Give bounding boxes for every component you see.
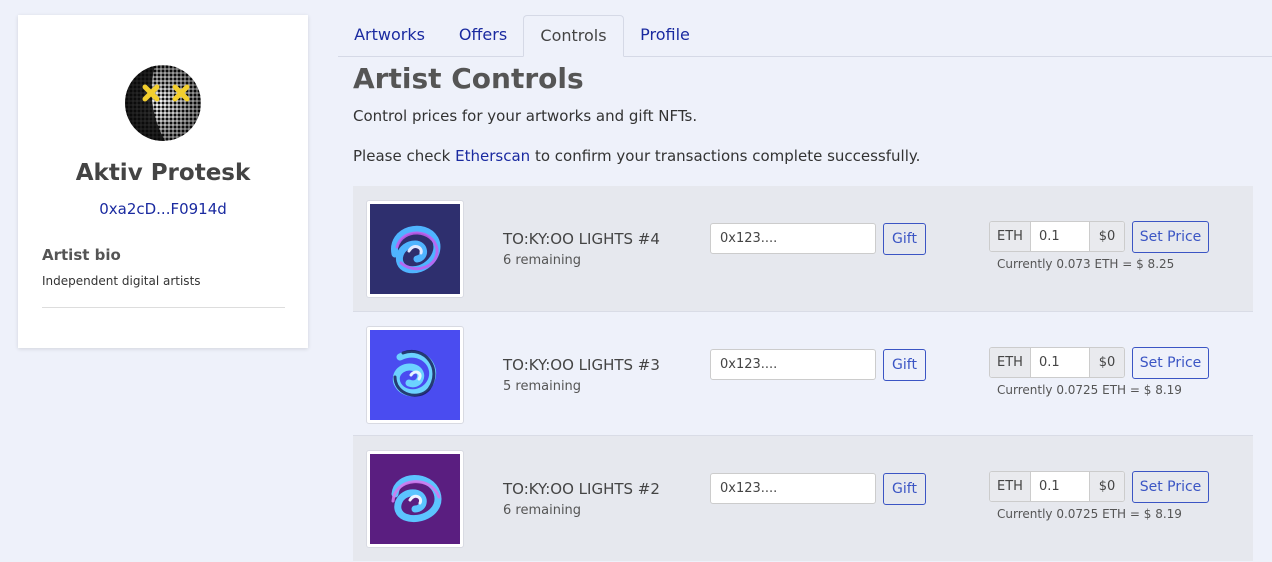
tab-controls[interactable]: Controls [523, 15, 624, 57]
eth-addon: ETH [990, 472, 1031, 501]
current-price: Currently 0.0725 ETH = $ 8.19 [997, 507, 1182, 521]
etherscan-link[interactable]: Etherscan [455, 147, 530, 165]
set-price-button[interactable]: Set Price [1132, 221, 1209, 253]
tab-artworks[interactable]: Artworks [338, 15, 441, 57]
wallet-address-link[interactable]: 0xa2cD...F0914d [18, 200, 308, 218]
current-price: Currently 0.073 ETH = $ 8.25 [997, 257, 1175, 271]
divider [42, 307, 285, 308]
artwork-thumbnail[interactable] [366, 450, 464, 548]
artwork-thumbnail[interactable] [366, 200, 464, 298]
tab-profile[interactable]: Profile [627, 15, 703, 57]
artwork-image [370, 330, 460, 420]
artist-profile-card: Aktiv Protesk 0xa2cD...F0914d Artist bio… [18, 15, 308, 348]
artwork-thumbnail[interactable] [366, 326, 464, 424]
usd-addon: $0 [1089, 472, 1124, 501]
tab-bar: Artworks Offers Controls Profile [338, 15, 1272, 57]
gift-button[interactable]: Gift [883, 223, 926, 255]
price-input[interactable] [1031, 222, 1089, 251]
artwork-row: TO:KY:OO LIGHTS #4 6 remaining Gift ETH … [353, 186, 1253, 311]
price-input[interactable] [1031, 472, 1089, 501]
artwork-background [370, 454, 460, 544]
current-price: Currently 0.0725 ETH = $ 8.19 [997, 383, 1182, 397]
price-input-group: ETH $0 [989, 347, 1125, 378]
eth-addon: ETH [990, 348, 1031, 377]
page-title: Artist Controls [353, 62, 584, 95]
artwork-title: TO:KY:OO LIGHTS #2 [503, 480, 660, 498]
artwork-background [370, 330, 460, 420]
gift-button[interactable]: Gift [883, 473, 926, 505]
usd-addon: $0 [1089, 222, 1124, 251]
eth-addon: ETH [990, 222, 1031, 251]
artwork-remaining: 5 remaining [503, 379, 582, 394]
notice-prefix: Please check [353, 147, 456, 165]
price-input-group: ETH $0 [989, 221, 1125, 252]
artwork-remaining: 6 remaining [503, 503, 582, 518]
gift-address-input[interactable] [710, 473, 876, 504]
avatar[interactable] [125, 65, 201, 141]
gift-button[interactable]: Gift [883, 349, 926, 381]
notice-suffix: to confirm your transactions complete su… [530, 147, 921, 165]
tab-offers[interactable]: Offers [443, 15, 523, 57]
usd-addon: $0 [1089, 348, 1124, 377]
artwork-row: TO:KY:OO LIGHTS #3 5 remaining Gift ETH … [353, 311, 1253, 436]
set-price-button[interactable]: Set Price [1132, 471, 1209, 503]
artist-name: Aktiv Protesk [75, 160, 251, 186]
bio-text: Independent digital artists [42, 274, 201, 288]
price-input[interactable] [1031, 348, 1089, 377]
set-price-button[interactable]: Set Price [1132, 347, 1209, 379]
artwork-title: TO:KY:OO LIGHTS #3 [503, 356, 660, 374]
gift-address-input[interactable] [710, 349, 876, 380]
artwork-title: TO:KY:OO LIGHTS #4 [503, 230, 660, 248]
artwork-row: TO:KY:OO LIGHTS #2 6 remaining Gift ETH … [353, 436, 1253, 561]
gift-address-input[interactable] [710, 223, 876, 254]
artwork-background [370, 204, 460, 294]
bio-heading: Artist bio [42, 246, 121, 264]
artwork-image [370, 204, 460, 294]
price-input-group: ETH $0 [989, 471, 1125, 502]
transaction-notice: Please check Etherscan to confirm your t… [353, 147, 920, 165]
artwork-remaining: 6 remaining [503, 253, 582, 268]
page-subtitle: Control prices for your artworks and gif… [353, 107, 698, 125]
artwork-image [370, 454, 460, 544]
